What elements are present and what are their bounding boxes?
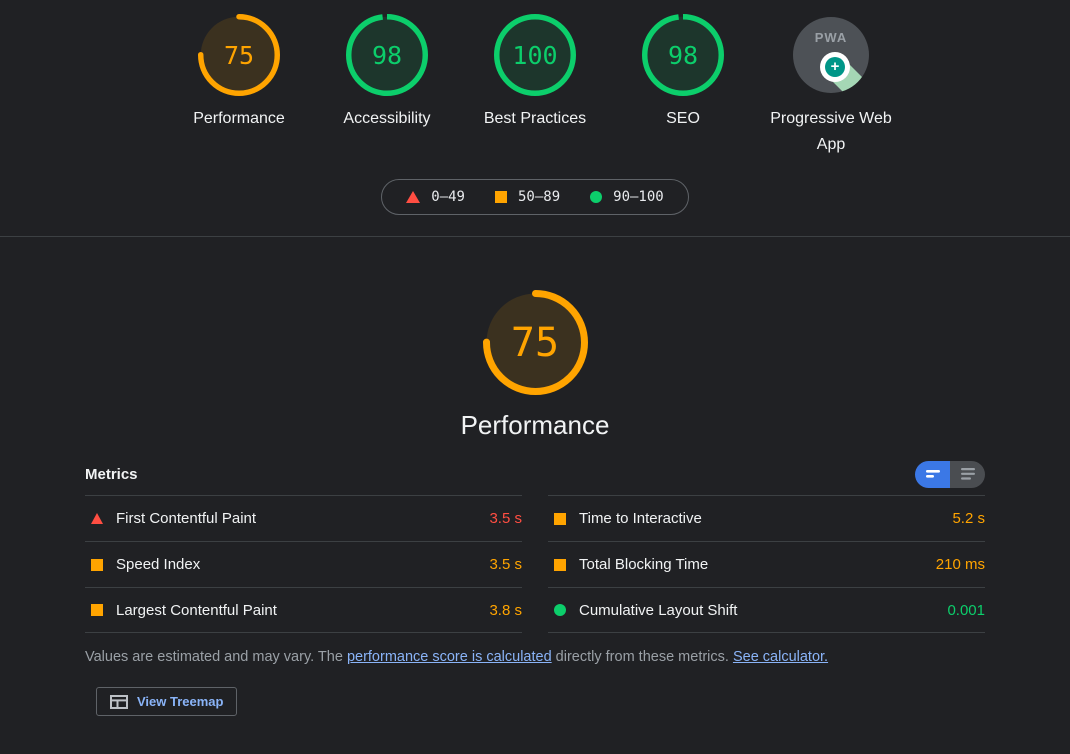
- metric-row-cumulative-layout-shift: Cumulative Layout Shift 0.001: [548, 587, 985, 633]
- category-score-performance[interactable]: 75 Performance: [165, 14, 313, 158]
- metrics-grid: First Contentful Paint 3.5 s Speed Index…: [85, 495, 985, 633]
- metric-name: First Contentful Paint: [116, 510, 489, 527]
- metric-rating-icon: [91, 604, 103, 616]
- metrics-condensed-view-button[interactable]: [915, 461, 950, 488]
- category-scores-row: 75 Performance 98 Accessibility 100 Best…: [0, 14, 1070, 158]
- category-score-progressive-web-app[interactable]: + PWA Progressive Web App: [757, 14, 905, 158]
- metric-value: 3.5 s: [489, 510, 522, 527]
- metrics-section: Metrics First Contentful Paint 3.5 s Spe…: [85, 459, 985, 716]
- metric-rating-icon: [91, 513, 103, 524]
- category-score-seo[interactable]: 98 SEO: [609, 14, 757, 158]
- legend-circle-icon: [590, 191, 602, 203]
- metric-value: 5.2 s: [952, 510, 985, 527]
- metric-row-largest-contentful-paint: Largest Contentful Paint 3.8 s: [85, 587, 522, 633]
- metric-row-speed-index: Speed Index 3.5 s: [85, 541, 522, 587]
- category-score-accessibility[interactable]: 98 Accessibility: [313, 14, 461, 158]
- expanded-view-icon: [960, 467, 976, 481]
- metric-value: 3.5 s: [489, 556, 522, 573]
- metric-name: Time to Interactive: [579, 510, 952, 527]
- category-label: Progressive Web App: [769, 106, 893, 158]
- category-score-best-practices[interactable]: 100 Best Practices: [461, 14, 609, 158]
- metrics-view-toggle[interactable]: [915, 461, 985, 488]
- category-label: Accessibility: [343, 106, 430, 158]
- category-label: SEO: [666, 106, 700, 158]
- condensed-view-icon: [925, 469, 941, 479]
- metric-rating-icon: [91, 559, 103, 571]
- score-scale-legend: 0–49 50–89 90–100: [381, 179, 688, 215]
- view-treemap-button[interactable]: View Treemap: [96, 687, 237, 716]
- metric-rating-icon: [554, 559, 566, 571]
- metrics-title: Metrics: [85, 466, 138, 483]
- metrics-disclaimer: Values are estimated and may vary. The p…: [85, 649, 985, 665]
- metric-name: Speed Index: [116, 556, 489, 573]
- metric-rating-icon: [554, 604, 566, 616]
- metric-value: 0.001: [947, 602, 985, 619]
- metric-name: Total Blocking Time: [579, 556, 936, 573]
- metric-name: Cumulative Layout Shift: [579, 602, 947, 619]
- legend-range-label: 50–89: [518, 189, 560, 205]
- metric-value: 210 ms: [936, 556, 985, 573]
- score-calculation-link[interactable]: performance score is calculated: [347, 649, 552, 665]
- disclaimer-text: directly from these metrics.: [552, 649, 733, 665]
- metric-name: Largest Contentful Paint: [116, 602, 489, 619]
- disclaimer-text: Values are estimated and may vary. The: [85, 649, 347, 665]
- pwa-badge-icon: + PWA: [793, 17, 869, 93]
- category-label: Performance: [193, 106, 285, 158]
- legend-item-triangle: 0–49: [406, 189, 465, 205]
- score-legend-row: 0–49 50–89 90–100: [0, 179, 1070, 236]
- summary-section-title: Performance: [0, 408, 1070, 442]
- category-gauge: 98: [642, 14, 724, 96]
- performance-summary-gauge[interactable]: 75: [483, 290, 588, 395]
- treemap-icon: [110, 695, 128, 709]
- legend-square-icon: [495, 191, 507, 203]
- gauge-score: 98: [642, 14, 724, 96]
- category-gauge: 98: [346, 14, 428, 96]
- metric-row-total-blocking-time: Total Blocking Time 210 ms: [548, 541, 985, 587]
- metrics-header: Metrics: [85, 459, 985, 489]
- metric-value: 3.8 s: [489, 602, 522, 619]
- pwa-badge-text: PWA: [793, 30, 869, 45]
- category-gauge: 100: [494, 14, 576, 96]
- metric-rating-icon: [554, 513, 566, 525]
- gauge-score: 98: [346, 14, 428, 96]
- summary-gauge-score: 75: [483, 290, 588, 395]
- category-gauge: 75: [198, 14, 280, 96]
- legend-triangle-icon: [406, 191, 420, 203]
- see-calculator-link[interactable]: See calculator.: [733, 649, 828, 665]
- legend-range-label: 90–100: [613, 189, 664, 205]
- pwa-installable-icon: +: [820, 52, 850, 82]
- category-label: Best Practices: [484, 106, 586, 158]
- legend-range-label: 0–49: [431, 189, 465, 205]
- metrics-expanded-view-button[interactable]: [950, 461, 985, 488]
- gauge-score: 100: [494, 14, 576, 96]
- metric-row-first-contentful-paint: First Contentful Paint 3.5 s: [85, 495, 522, 541]
- scores-header-section: 75 Performance 98 Accessibility 100 Best…: [0, 0, 1070, 237]
- legend-item-circle: 90–100: [590, 189, 664, 205]
- metric-row-time-to-interactive: Time to Interactive 5.2 s: [548, 495, 985, 541]
- performance-summary-section: 75 Performance: [0, 237, 1070, 442]
- legend-item-square: 50–89: [495, 189, 560, 205]
- gauge-score: 75: [198, 14, 280, 96]
- view-treemap-label: View Treemap: [137, 694, 223, 709]
